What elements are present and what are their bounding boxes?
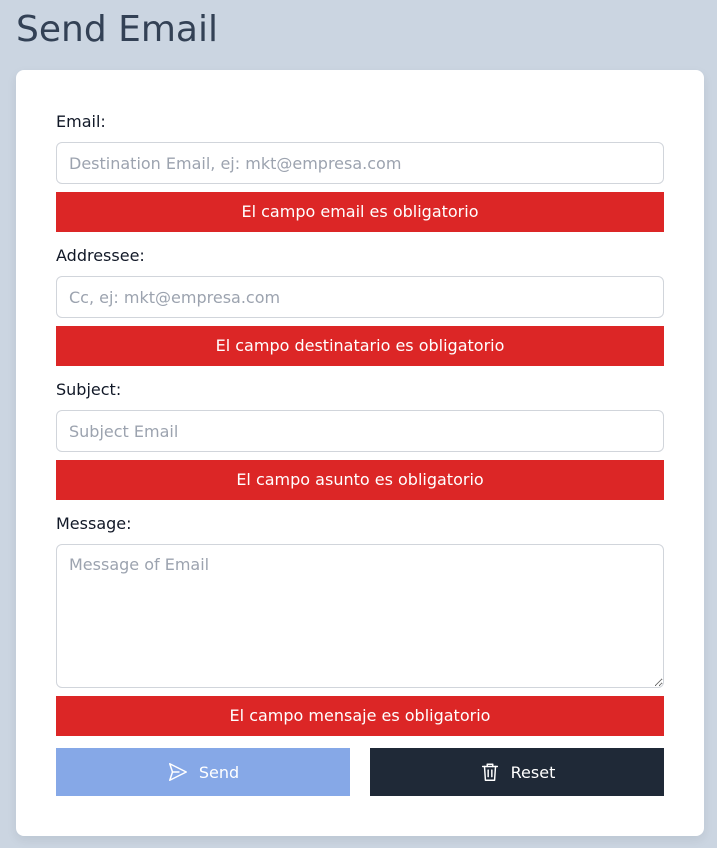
- addressee-error: El campo destinatario es obligatorio: [56, 326, 664, 366]
- addressee-input[interactable]: [56, 276, 664, 318]
- send-button-label: Send: [198, 762, 240, 782]
- reset-button[interactable]: Reset: [370, 748, 664, 796]
- page-title: Send Email: [16, 9, 218, 50]
- email-form-card: Email: El campo email es obligatorio Add…: [16, 70, 704, 836]
- email-input[interactable]: [56, 142, 664, 184]
- message-textarea[interactable]: [56, 544, 664, 688]
- message-label: Message:: [56, 514, 132, 533]
- subject-label: Subject:: [56, 380, 122, 399]
- email-label: Email:: [56, 112, 106, 131]
- subject-error: El campo asunto es obligatorio: [56, 460, 664, 500]
- reset-button-label: Reset: [510, 762, 556, 782]
- send-button[interactable]: Send: [56, 748, 350, 796]
- message-error: El campo mensaje es obligatorio: [56, 696, 664, 736]
- addressee-label: Addressee:: [56, 246, 145, 265]
- paper-plane-icon: [167, 761, 189, 783]
- trash-icon: [479, 761, 501, 783]
- email-error: El campo email es obligatorio: [56, 192, 664, 232]
- subject-input[interactable]: [56, 410, 664, 452]
